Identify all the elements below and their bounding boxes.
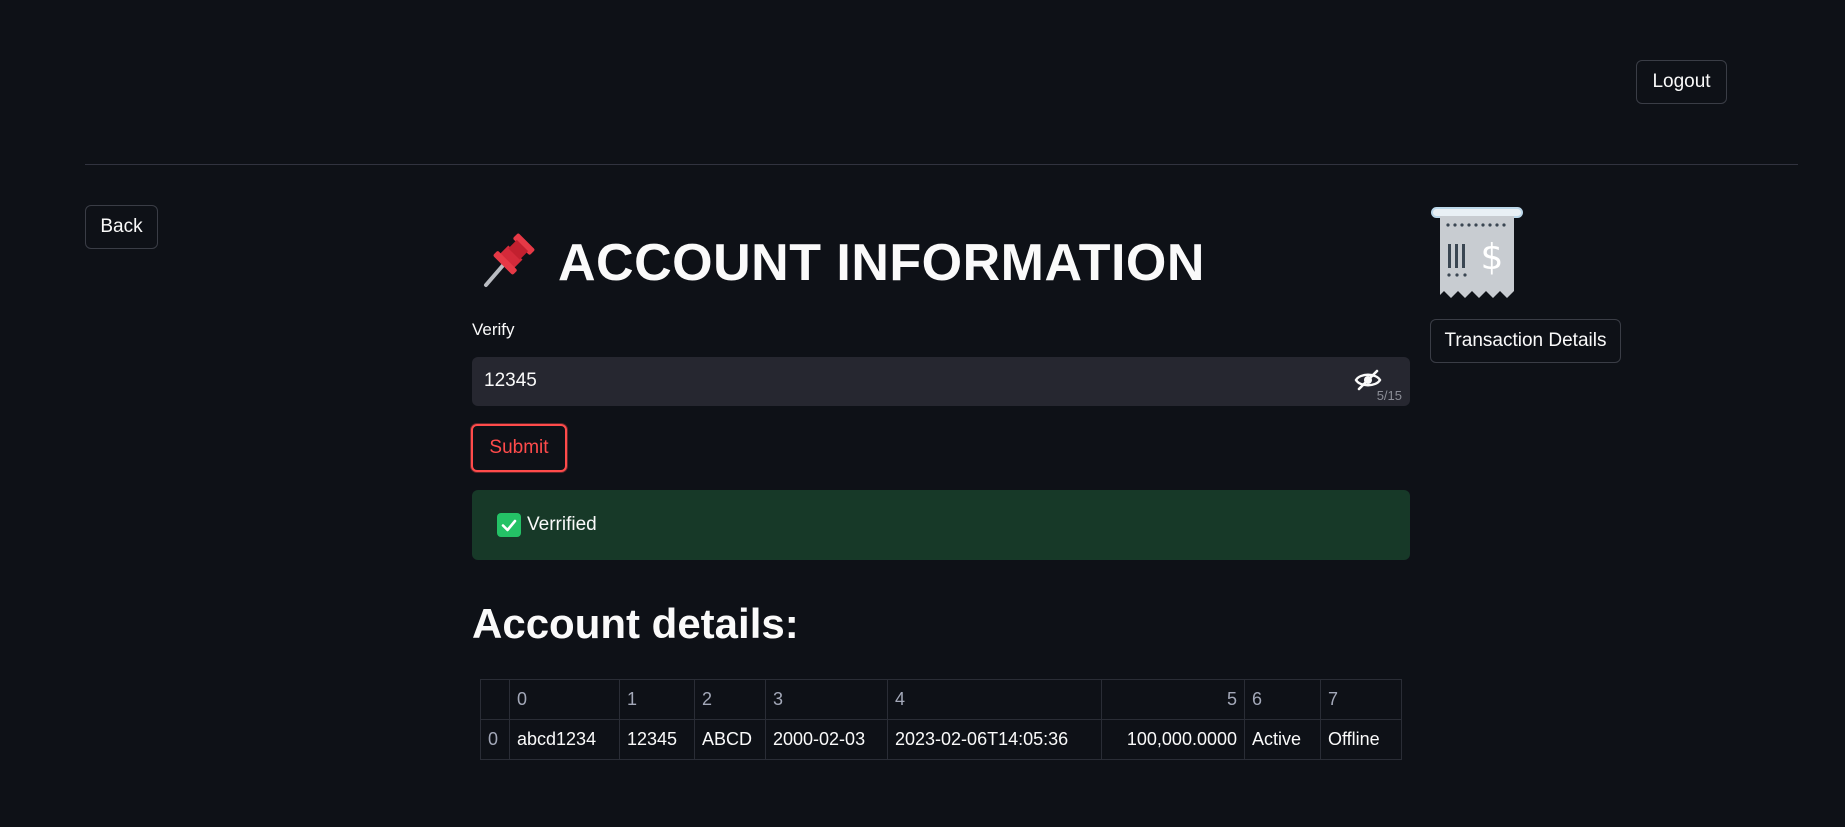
table-row: 0 abcd1234 12345 ABCD 2000-02-03 2023-02… (480, 719, 1402, 760)
table-header-cell: 1 (619, 679, 695, 720)
table-header-cell (480, 679, 510, 720)
table-cell: 2023-02-06T14:05:36 (887, 719, 1102, 760)
table-cell: 2000-02-03 (765, 719, 888, 760)
pushpin-icon (478, 230, 540, 295)
svg-text:$: $ (1481, 237, 1504, 278)
header-divider (85, 164, 1798, 165)
table-cell: Active (1244, 719, 1321, 760)
table-header-cell: 5 (1101, 679, 1245, 720)
table-header-cell: 7 (1320, 679, 1402, 720)
account-details-heading: Account details: (472, 600, 799, 647)
table-cell: Offline (1320, 719, 1402, 760)
table-header-cell: 0 (509, 679, 620, 720)
table-cell: abcd1234 (509, 719, 620, 760)
back-button[interactable]: Back (85, 205, 158, 249)
table-header-cell: 6 (1244, 679, 1321, 720)
receipt-icon: $ (1430, 205, 1524, 301)
table-header-row: 0 1 2 3 4 5 6 7 (480, 679, 1402, 720)
table-header-cell: 4 (887, 679, 1102, 720)
account-details-table: 0 1 2 3 4 5 6 7 0 abcd1234 12345 ABCD 20… (480, 679, 1402, 760)
verify-input[interactable] (484, 370, 1284, 392)
logout-button[interactable]: Logout (1636, 60, 1727, 104)
check-box-icon (497, 513, 521, 537)
success-alert: Verrified (472, 490, 1410, 560)
char-count: 5/15 (1376, 388, 1402, 403)
table-cell: 0 (480, 719, 510, 760)
page-title-text: ACCOUNT INFORMATION (558, 233, 1205, 292)
table-cell: 12345 (619, 719, 695, 760)
table-header-cell: 2 (694, 679, 766, 720)
submit-button[interactable]: Submit (471, 424, 567, 472)
page-title: ACCOUNT INFORMATION (478, 230, 1205, 295)
verify-label: Verify (472, 320, 515, 339)
success-text: Verrified (527, 514, 597, 535)
verify-field[interactable]: 5/15 (472, 357, 1410, 406)
table-header-cell: 3 (765, 679, 888, 720)
transaction-details-button[interactable]: Transaction Details (1430, 319, 1621, 363)
table-cell: ABCD (694, 719, 766, 760)
table-cell: 100,000.0000 (1101, 719, 1245, 760)
